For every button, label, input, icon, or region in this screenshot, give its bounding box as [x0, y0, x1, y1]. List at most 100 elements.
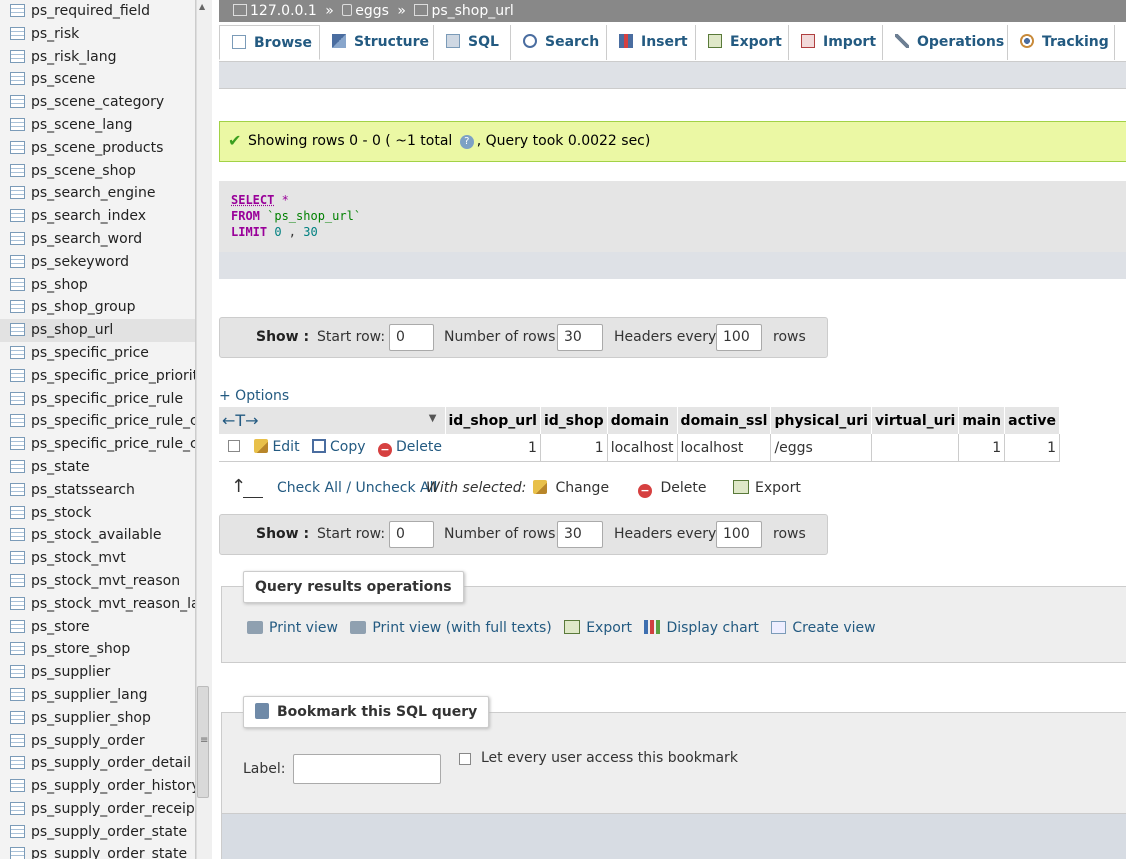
cell-id-shop-url[interactable]: 1	[445, 434, 541, 462]
sidebar-table-name[interactable]: ps_specific_price_priority	[31, 365, 195, 388]
table-icon[interactable]	[10, 254, 25, 268]
sidebar-table-item[interactable]: ps_statssearch	[0, 479, 195, 502]
table-icon[interactable]	[10, 779, 25, 793]
change-button[interactable]: Change	[533, 480, 609, 496]
column-header[interactable]: virtual_uri	[871, 407, 960, 434]
column-header[interactable]: active	[1004, 407, 1060, 434]
table-icon[interactable]	[10, 95, 25, 109]
breadcrumb-table[interactable]: ps_shop_url	[414, 0, 514, 22]
headers-every-input[interactable]: 100	[716, 324, 762, 351]
table-icon[interactable]	[10, 391, 25, 405]
table-icon[interactable]	[10, 733, 25, 747]
sidebar-table-item[interactable]: ps_required_field	[0, 0, 195, 23]
sidebar-table-item[interactable]: ps_supply_order_history	[0, 775, 195, 798]
print-view-full-link[interactable]: Print view (with full texts)	[350, 620, 552, 636]
sidebar-table-name[interactable]: ps_search_word	[31, 228, 142, 251]
column-header[interactable]: physical_uri	[770, 407, 872, 434]
sidebar-table-item[interactable]: ps_shop_group	[0, 296, 195, 319]
sidebar-table-item[interactable]: ps_scene_products	[0, 137, 195, 160]
sidebar-table-item[interactable]: ps_supplier_lang	[0, 684, 195, 707]
start-row-input[interactable]: 0	[389, 324, 434, 351]
sidebar-table-name[interactable]: ps_supplier_lang	[31, 684, 148, 707]
sidebar-table-name[interactable]: ps_supply_order_receipt_	[31, 798, 195, 821]
headers-every-input[interactable]: 100	[716, 521, 762, 548]
sidebar-table-item[interactable]: ps_supply_order_receipt_	[0, 798, 195, 821]
sidebar-table-name[interactable]: ps_supply_order_state_la	[31, 843, 195, 859]
sidebar-table-name[interactable]: ps_risk	[31, 23, 79, 46]
check-all-link[interactable]: Check All / Uncheck All	[277, 480, 437, 496]
cell-domain-ssl[interactable]: localhost	[677, 434, 772, 462]
tab-tracking[interactable]: Tracking	[1008, 25, 1115, 60]
table-icon[interactable]	[10, 573, 25, 587]
table-icon[interactable]	[10, 847, 25, 859]
table-icon[interactable]	[10, 323, 25, 337]
sidebar-table-item[interactable]: ps_scene_category	[0, 91, 195, 114]
cell-id-shop[interactable]: 1	[540, 434, 608, 462]
sidebar-table-name[interactable]: ps_specific_price_rule_co	[31, 433, 195, 456]
table-icon[interactable]	[10, 72, 25, 86]
sidebar-table-name[interactable]: ps_specific_price	[31, 342, 149, 365]
column-header[interactable]: main	[958, 407, 1006, 434]
table-icon[interactable]	[10, 756, 25, 770]
sidebar-table-name[interactable]: ps_search_engine	[31, 182, 155, 205]
sidebar-table-item[interactable]: ps_stock_mvt_reason_lan	[0, 593, 195, 616]
cell-main[interactable]: 1	[958, 434, 1006, 462]
table-icon[interactable]	[10, 528, 25, 542]
table-icon[interactable]	[10, 642, 25, 656]
cell-active[interactable]: 1	[1004, 434, 1060, 462]
table-icon[interactable]	[10, 619, 25, 633]
sidebar-table-item[interactable]: ps_risk	[0, 23, 195, 46]
table-icon[interactable]	[10, 710, 25, 724]
sidebar-table-name[interactable]: ps_stock_available	[31, 524, 162, 547]
options-link[interactable]: + Options	[219, 388, 289, 404]
table-icon[interactable]	[10, 505, 25, 519]
sidebar-table-item[interactable]: ps_stock_available	[0, 524, 195, 547]
create-view-link[interactable]: Create view	[771, 620, 876, 636]
table-icon[interactable]	[10, 209, 25, 223]
sidebar-table-name[interactable]: ps_risk_lang	[31, 46, 116, 69]
table-icon[interactable]	[10, 437, 25, 451]
sidebar-table-name[interactable]: ps_supplier_shop	[31, 707, 151, 730]
column-header[interactable]: domain	[607, 407, 678, 434]
start-row-input[interactable]: 0	[389, 521, 434, 548]
table-icon[interactable]	[10, 482, 25, 496]
row-checkbox[interactable]	[228, 439, 240, 452]
sidebar-table-item[interactable]: ps_stock_mvt_reason	[0, 570, 195, 593]
table-icon[interactable]	[10, 117, 25, 131]
number-of-rows-input[interactable]: 30	[557, 521, 603, 548]
table-icon[interactable]	[10, 4, 25, 17]
bookmark-label-input[interactable]	[293, 754, 441, 784]
cell-domain[interactable]: localhost	[607, 434, 678, 462]
sidebar-table-name[interactable]: ps_supplier	[31, 661, 110, 684]
sidebar-table-item[interactable]: ps_risk_lang	[0, 46, 195, 69]
sidebar-table-name[interactable]: ps_supply_order_history	[31, 775, 195, 798]
let-every-user-label[interactable]: Let every user access this bookmark	[481, 750, 738, 766]
column-header[interactable]: domain_ssl	[677, 407, 772, 434]
tab-import[interactable]: Import	[789, 25, 883, 60]
delete-selected-button[interactable]: − Delete	[638, 480, 706, 498]
sidebar-table-item[interactable]: ps_shop	[0, 274, 195, 297]
cell-physical-uri[interactable]: /eggs	[770, 434, 872, 462]
tab-search[interactable]: Search	[511, 25, 607, 60]
display-chart-link[interactable]: Display chart	[644, 620, 759, 636]
table-icon[interactable]	[10, 300, 25, 314]
sidebar-table-name[interactable]: ps_stock_mvt_reason_lan	[31, 593, 195, 616]
sidebar-table-item[interactable]: ps_search_word	[0, 228, 195, 251]
sql-query-display[interactable]: SELECT * FROM `ps_shop_url` LIMIT 0 , 30	[219, 181, 1126, 252]
table-icon[interactable]	[10, 163, 25, 177]
cell-virtual-uri[interactable]	[871, 434, 960, 462]
sidebar-table-item[interactable]: ps_stock	[0, 502, 195, 525]
sidebar-table-item[interactable]: ps_supply_order_state	[0, 821, 195, 844]
table-icon[interactable]	[10, 26, 25, 40]
breadcrumb-server[interactable]: 127.0.0.1	[233, 0, 317, 22]
table-icon[interactable]	[10, 140, 25, 154]
sidebar-table-item[interactable]: ps_scene	[0, 68, 195, 91]
tab-insert[interactable]: Insert	[607, 25, 696, 60]
tab-browse[interactable]: Browse	[219, 25, 320, 60]
sidebar-table-item[interactable]: ps_sekeyword	[0, 251, 195, 274]
sidebar-table-item[interactable]: ps_specific_price_rule_co	[0, 433, 195, 456]
sidebar-table-name[interactable]: ps_scene_category	[31, 91, 164, 114]
sidebar-table-item[interactable]: ps_supplier_shop	[0, 707, 195, 730]
sidebar-table-item[interactable]: ps_supply_order_detail	[0, 752, 195, 775]
sidebar-table-name[interactable]: ps_supply_order	[31, 730, 145, 753]
